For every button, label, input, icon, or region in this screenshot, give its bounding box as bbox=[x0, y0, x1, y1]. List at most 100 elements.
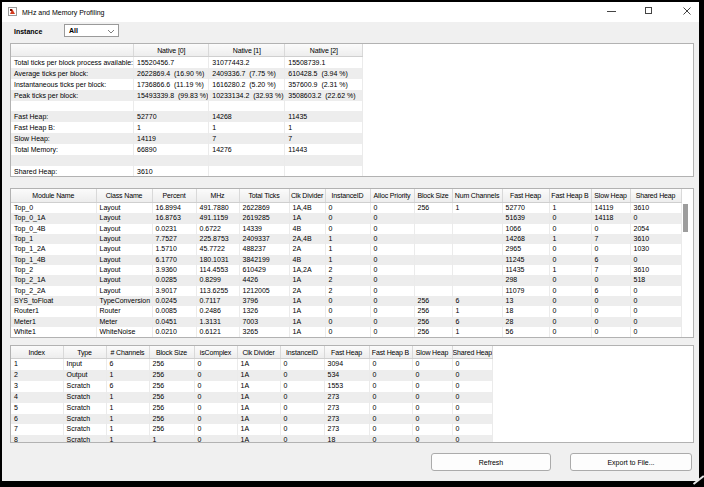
cell: 18 bbox=[502, 306, 549, 316]
table-row[interactable] bbox=[11, 101, 363, 112]
table-row[interactable]: Peak ticks per block:15493339.8 (99.83 %… bbox=[11, 90, 363, 101]
table-row[interactable]: Top_1Layout7.7527225.875324093372A,4B101… bbox=[11, 234, 681, 244]
column-header: Total Ticks bbox=[239, 189, 289, 203]
table-row[interactable]: Meter1Meter0.04511.313170031A00256628000 bbox=[11, 317, 681, 327]
cell: 2A bbox=[289, 244, 325, 254]
table-row[interactable]: 3Scratch625601A01553000 bbox=[11, 381, 493, 392]
table-row[interactable]: 1Input625601A03094000 bbox=[11, 359, 493, 370]
cell: 15493339.8 (99.83 %) bbox=[134, 90, 209, 101]
cell: White1 bbox=[11, 327, 96, 337]
table-row[interactable]: Top_1_2ALayout1.571045.77224882372A10296… bbox=[11, 244, 681, 254]
table-row[interactable]: Fast Heap B:111 bbox=[11, 122, 363, 133]
cell: 0 bbox=[591, 275, 630, 285]
table-row[interactable]: 4Scratch125601A0273000 bbox=[11, 392, 493, 403]
cell bbox=[414, 255, 452, 265]
cell: 534 bbox=[324, 370, 369, 381]
cell: 1 bbox=[452, 203, 502, 214]
cell: 3842199 bbox=[239, 255, 289, 265]
cell: 256 bbox=[149, 403, 194, 414]
table-row[interactable]: Top_0_4BLayout0.02310.6722143394B0010660… bbox=[11, 224, 681, 234]
cell: 14339 bbox=[239, 224, 289, 234]
cell: 7 bbox=[591, 265, 630, 275]
table-row[interactable]: Top_0Layout16.8994491.788026228691A,4B00… bbox=[11, 203, 681, 214]
cell: Average ticks per block: bbox=[11, 68, 134, 79]
table-row[interactable]: Shared Heap:3610 bbox=[11, 166, 363, 177]
column-header: Clk Divider bbox=[289, 189, 325, 203]
cell: 273 bbox=[324, 392, 369, 403]
window: MHz and Memory Profiling Instance All Na… bbox=[2, 2, 699, 481]
cell: 0 bbox=[369, 370, 412, 381]
cell bbox=[414, 286, 452, 296]
table-row[interactable]: 7Scratch125601A0273000 bbox=[11, 424, 493, 435]
app-icon bbox=[8, 7, 17, 16]
cell: 256 bbox=[414, 327, 452, 337]
cell: Fast Heap B: bbox=[11, 122, 134, 133]
cell: 0 bbox=[630, 306, 681, 316]
table-row[interactable]: Fast Heap:527701426811435 bbox=[11, 111, 363, 122]
cell: 11245 bbox=[502, 255, 549, 265]
cell: 0 bbox=[369, 359, 412, 370]
table-row[interactable]: SYS_toFloatTypeConversion0.02450.7117379… bbox=[11, 296, 681, 306]
cell: 6 bbox=[591, 255, 630, 265]
table-row[interactable]: 5Scratch125601A0273000 bbox=[11, 403, 493, 414]
cell: 1 bbox=[106, 392, 149, 403]
table-row[interactable]: Top_2_2ALayout3.9017113.625512120052A201… bbox=[11, 286, 681, 296]
cell: 0 bbox=[370, 255, 414, 265]
table-row[interactable]: 2Output125601A0534000 bbox=[11, 370, 493, 381]
cell: 0 bbox=[452, 435, 493, 443]
cell: 15508739.1 bbox=[285, 57, 363, 68]
column-header: Num Channels bbox=[452, 189, 502, 203]
cell: 1 bbox=[285, 122, 363, 133]
maximize-button[interactable] bbox=[641, 2, 659, 21]
cell bbox=[452, 265, 502, 275]
cell: 0 bbox=[630, 317, 681, 327]
titlebar: MHz and Memory Profiling bbox=[2, 2, 699, 22]
cell: 0 bbox=[325, 203, 370, 214]
cell: 1 bbox=[325, 244, 370, 254]
export-button[interactable]: Export to File... bbox=[570, 453, 692, 471]
table-row[interactable]: Top_2_1ALayout0.02850.829944261A20298005… bbox=[11, 275, 681, 285]
cell: 0 bbox=[194, 381, 237, 392]
cell: 0 bbox=[370, 317, 414, 327]
instance-dropdown[interactable]: All bbox=[64, 24, 119, 37]
cell: 0.7117 bbox=[196, 296, 239, 306]
table-row[interactable]: White1WhiteNoise0.02100.612132651A002561… bbox=[11, 327, 681, 337]
cell: 7 bbox=[11, 424, 63, 435]
table-row[interactable]: Instantaneous ticks per block:1736866.6 … bbox=[11, 79, 363, 90]
cell: 3.9017 bbox=[152, 286, 196, 296]
column-header: Block Size bbox=[414, 189, 452, 203]
table-row[interactable]: 8Scratch1101A018000 bbox=[11, 435, 493, 443]
cell: 6 bbox=[11, 414, 63, 425]
refresh-button[interactable]: Refresh bbox=[431, 453, 551, 471]
table-row[interactable]: Total ticks per block process available:… bbox=[11, 57, 363, 68]
table-row[interactable]: Slow Heap:1411977 bbox=[11, 133, 363, 144]
cell: Top_2_2A bbox=[11, 286, 96, 296]
table-row[interactable]: Total Memory:668901427611443 bbox=[11, 144, 363, 155]
cell bbox=[209, 101, 285, 112]
table-row[interactable]: Top_0_1ALayout16.8763491.115926192851A00… bbox=[11, 213, 681, 223]
table-row[interactable]: 6Scratch125601A0273000 bbox=[11, 414, 493, 425]
cell: 7.7527 bbox=[152, 234, 196, 244]
close-button[interactable] bbox=[678, 2, 696, 21]
cell: 11435 bbox=[285, 111, 363, 122]
cell bbox=[134, 155, 209, 166]
cell bbox=[452, 255, 502, 265]
cell: 56 bbox=[502, 327, 549, 337]
cell: Scratch bbox=[63, 381, 106, 392]
table-row[interactable]: Top_1_4BLayout6.1770180.103138421994B101… bbox=[11, 255, 681, 265]
cell: Scratch bbox=[63, 403, 106, 414]
cell: Layout bbox=[96, 213, 152, 223]
cell: Input bbox=[63, 359, 106, 370]
cell: 1A,4B bbox=[289, 203, 325, 214]
minimize-button[interactable] bbox=[603, 2, 621, 21]
table-row[interactable] bbox=[11, 155, 363, 166]
cell: 0 bbox=[325, 317, 370, 327]
cell: 1A bbox=[237, 370, 280, 381]
cell: 1A bbox=[237, 435, 280, 443]
cell: Output bbox=[63, 370, 106, 381]
table-row[interactable]: Router1Router0.00850.248613261A002561180… bbox=[11, 306, 681, 316]
table-row[interactable]: Top_2Layout3.9360114.45536104291A,2A2011… bbox=[11, 265, 681, 275]
table-row[interactable]: Average ticks per block:2622869.4 (16.90… bbox=[11, 68, 363, 79]
cell: 2622869 bbox=[239, 203, 289, 214]
vertical-scrollbar-thumb[interactable] bbox=[683, 204, 688, 232]
